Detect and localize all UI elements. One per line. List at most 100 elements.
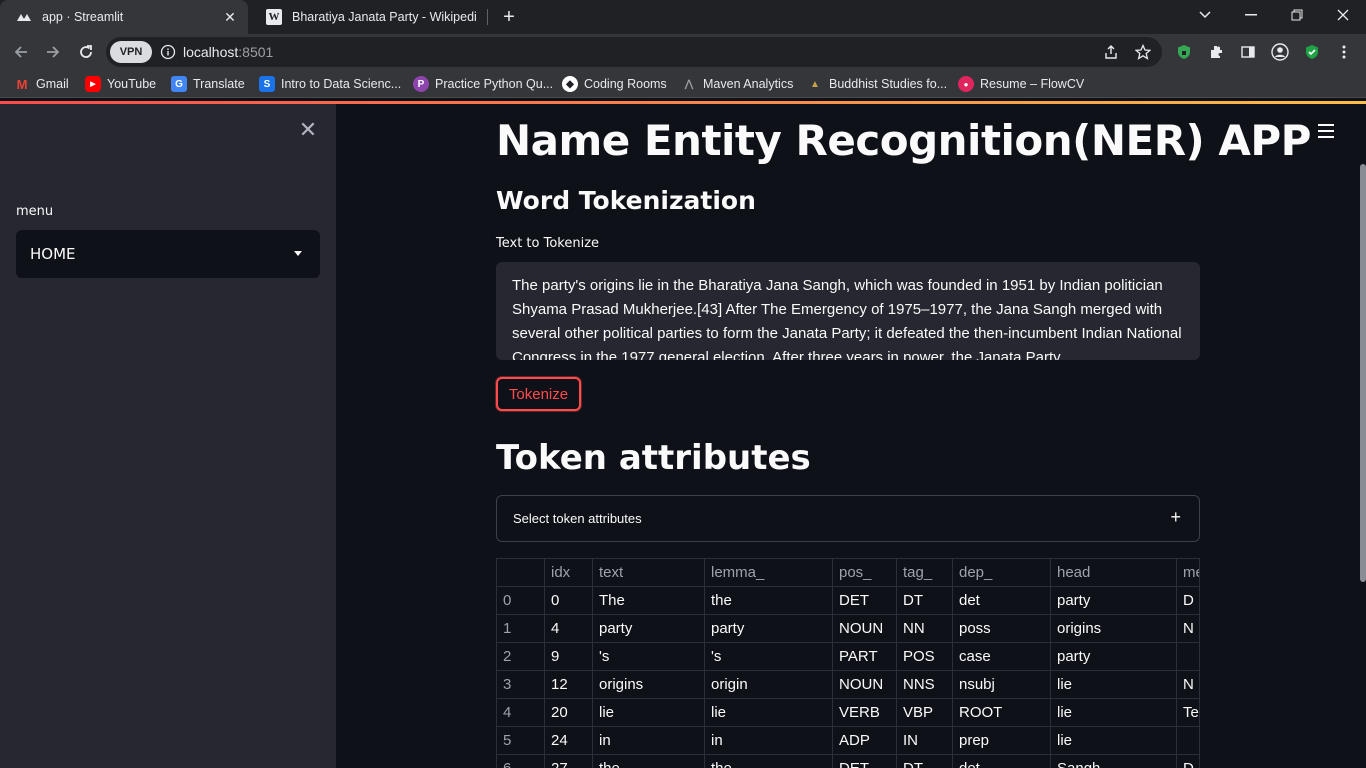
close-tab-icon[interactable]: ✕ bbox=[220, 7, 240, 27]
token-attributes-multiselect[interactable]: Select token attributes + bbox=[496, 495, 1200, 542]
table-cell: in bbox=[593, 727, 705, 754]
table-cell: DET bbox=[833, 755, 897, 768]
table-row: 0 0 The the DET DT det party D bbox=[497, 587, 1199, 615]
close-window-icon[interactable] bbox=[1320, 0, 1366, 30]
table-cell: Sangh bbox=[1051, 755, 1177, 768]
textarea-label: Text to Tokenize bbox=[496, 236, 600, 251]
text-to-tokenize-input[interactable]: The party's origins lie in the Bharatiya… bbox=[496, 262, 1200, 360]
table-cell: PART bbox=[833, 643, 897, 670]
table-cell: 3 bbox=[497, 671, 545, 698]
tab-divider bbox=[487, 9, 488, 25]
wikipedia-icon: W bbox=[266, 9, 282, 25]
bookmark-star-icon[interactable] bbox=[1134, 43, 1152, 61]
table-cell: 27 bbox=[545, 755, 593, 768]
menu-selectbox[interactable]: HOME bbox=[16, 230, 320, 278]
browser-menu-icon[interactable] bbox=[1334, 42, 1354, 62]
page-title: Name Entity Recognition(NER) APP bbox=[496, 116, 1311, 165]
bookmark-coding-rooms[interactable]: ◆ Coding Rooms bbox=[562, 75, 667, 93]
table-cell: 4 bbox=[545, 615, 593, 642]
table-cell: 5 bbox=[497, 727, 545, 754]
column-header[interactable]: tag_ bbox=[897, 559, 953, 586]
table-cell: poss bbox=[953, 615, 1051, 642]
bookmark-intro-data-science[interactable]: S Intro to Data Scienc... bbox=[259, 75, 401, 93]
bookmark-maven-analytics[interactable]: ⋀ Maven Analytics bbox=[681, 75, 793, 93]
table-cell: origins bbox=[1051, 615, 1177, 642]
close-sidebar-icon[interactable]: ✕ bbox=[298, 119, 318, 141]
address-bar[interactable]: VPN localhost:8501 bbox=[106, 37, 1162, 67]
profile-icon[interactable] bbox=[1270, 42, 1290, 62]
new-tab-icon[interactable]: + bbox=[498, 6, 520, 28]
table-cell: party bbox=[1051, 587, 1177, 614]
table-cell: VBP bbox=[897, 699, 953, 726]
table-cell: ROOT bbox=[953, 699, 1051, 726]
table-cell: NOUN bbox=[833, 615, 897, 642]
vpn-badge[interactable]: VPN bbox=[110, 41, 152, 63]
table-row: 4 20 lie lie VERB VBP ROOT lie Te bbox=[497, 699, 1199, 727]
table-cell: the bbox=[593, 755, 705, 768]
reload-icon[interactable] bbox=[73, 39, 99, 65]
menu-selected-value: HOME bbox=[30, 245, 76, 263]
column-header[interactable]: me bbox=[1177, 559, 1199, 586]
scrollbar[interactable] bbox=[1360, 164, 1366, 582]
site-info-icon[interactable] bbox=[160, 44, 176, 60]
multiselect-placeholder: Select token attributes bbox=[513, 511, 642, 526]
tab-search-icon[interactable] bbox=[1182, 0, 1228, 30]
bookmark-flowcv[interactable]: ● Resume – FlowCV bbox=[958, 75, 1084, 93]
section-word-tokenization: Word Tokenization bbox=[496, 186, 756, 215]
restore-icon[interactable] bbox=[1274, 0, 1320, 30]
table-cell: 20 bbox=[545, 699, 593, 726]
streamlit-icon bbox=[16, 9, 32, 25]
forward-icon[interactable] bbox=[40, 39, 66, 65]
column-header[interactable]: lemma_ bbox=[705, 559, 833, 586]
table-cell: Te bbox=[1177, 699, 1199, 726]
table-cell: case bbox=[953, 643, 1051, 670]
minimize-icon[interactable] bbox=[1228, 0, 1274, 30]
side-panel-icon[interactable] bbox=[1238, 42, 1258, 62]
share-icon[interactable] bbox=[1102, 43, 1120, 61]
column-header[interactable]: dep_ bbox=[953, 559, 1051, 586]
column-header[interactable]: idx bbox=[545, 559, 593, 586]
security-extension-icon[interactable] bbox=[1302, 42, 1322, 62]
hamburger-menu-icon[interactable] bbox=[1318, 124, 1334, 138]
table-cell bbox=[1177, 727, 1199, 754]
table-cell: IN bbox=[897, 727, 953, 754]
browser-toolbar: VPN localhost:8501 bbox=[0, 34, 1366, 70]
table-cell: nsubj bbox=[953, 671, 1051, 698]
column-header[interactable] bbox=[497, 559, 545, 586]
chevron-down-icon bbox=[294, 251, 302, 256]
table-cell: ADP bbox=[833, 727, 897, 754]
column-header[interactable]: text bbox=[593, 559, 705, 586]
table-cell: party bbox=[1051, 643, 1177, 670]
column-header[interactable]: head bbox=[1051, 559, 1177, 586]
bookmark-youtube[interactable]: ▶ YouTube bbox=[85, 75, 156, 93]
plus-icon[interactable]: + bbox=[1170, 507, 1181, 528]
extensions-icon[interactable] bbox=[1206, 42, 1226, 62]
bookmark-buddhist-studies[interactable]: ▲ Buddhist Studies fo... bbox=[807, 75, 947, 93]
table-cell: DT bbox=[897, 587, 953, 614]
table-cell: 9 bbox=[545, 643, 593, 670]
table-cell: 0 bbox=[545, 587, 593, 614]
back-icon[interactable] bbox=[8, 39, 34, 65]
table-cell: NN bbox=[897, 615, 953, 642]
tokenize-button[interactable]: Tokenize bbox=[496, 377, 581, 411]
tab-wikipedia[interactable]: W Bharatiya Janata Party - Wikipedi bbox=[250, 0, 486, 34]
table-cell: D bbox=[1177, 755, 1199, 768]
tab-streamlit-app[interactable]: app · Streamlit ✕ bbox=[0, 0, 248, 34]
vpn-extension-icon[interactable] bbox=[1174, 42, 1194, 62]
youtube-icon: ▶ bbox=[85, 76, 101, 92]
bookmark-practice-python[interactable]: P Practice Python Qu... bbox=[413, 75, 553, 93]
bookmark-translate[interactable]: G Translate bbox=[171, 75, 245, 93]
column-header[interactable]: pos_ bbox=[833, 559, 897, 586]
table-row: 2 9's's PART POS case party bbox=[497, 643, 1199, 671]
tab-title: app · Streamlit bbox=[42, 10, 124, 24]
table-cell: det bbox=[953, 587, 1051, 614]
table-row: 1 4 party party NOUN NN poss origins N bbox=[497, 615, 1199, 643]
bookmark-gmail[interactable]: M Gmail bbox=[14, 75, 69, 93]
table-cell: 4 bbox=[497, 699, 545, 726]
table-cell bbox=[1177, 643, 1199, 670]
flowcv-icon: ● bbox=[958, 76, 974, 92]
token-table[interactable]: idxtextlemma_pos_tag_dep_headme00ThetheD… bbox=[496, 558, 1200, 768]
buddhist-icon: ▲ bbox=[810, 78, 820, 90]
table-cell: prep bbox=[953, 727, 1051, 754]
table-cell: 24 bbox=[545, 727, 593, 754]
